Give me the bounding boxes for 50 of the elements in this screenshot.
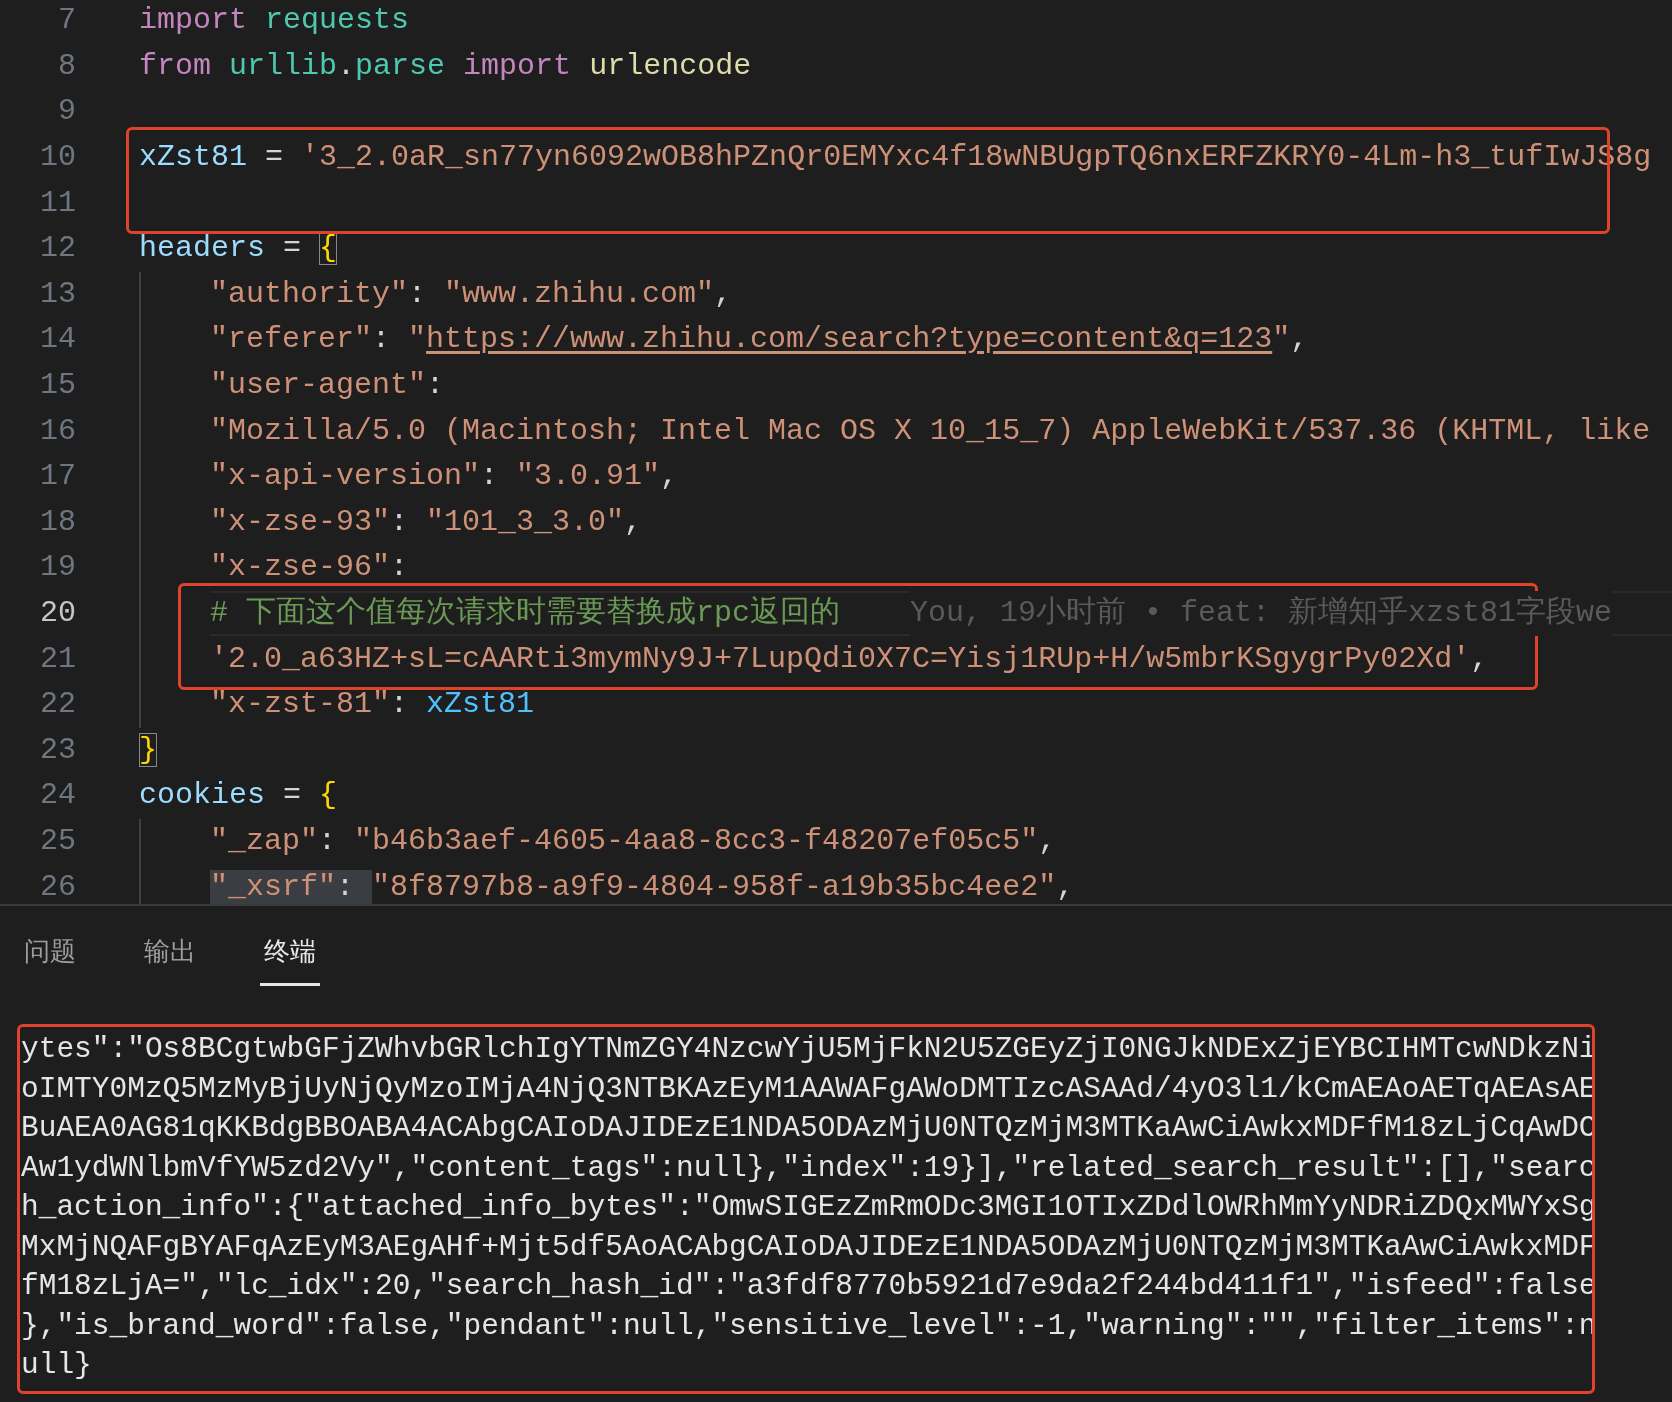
line-number: 25 [39, 823, 76, 860]
line-number: 10 [39, 139, 76, 177]
terminal-line: oIMTY0MzQ5MzMyBjUyNjQyMzoIMjA4NjQ3NTBKAzEyM1AAWAFgAWoDMTIzcASAAd/4yO3l1/kCmAEAoAETqAEAsAE [21, 1070, 1597, 1108]
line-number: 22 [39, 686, 76, 724]
line-number: 23 [39, 731, 76, 769]
blame-annotation: You, 19小时前 • feat: 新增知乎xzst81字段we [910, 591, 1613, 636]
code-line: headers = { [139, 230, 338, 268]
code-line: '2.0_a63HZ+sL=cAARti3mymNy9J+7LupQdi0X7C=Yisj1RUp+H/w5mbrKSgygrPy02Xd', [210, 640, 1489, 678]
code-line: cookies = { [139, 777, 338, 815]
panel-tab[interactable]: 终端 [260, 932, 320, 986]
code-line: import requests [139, 2, 410, 40]
code-line: "referer": "https://www.zhihu.com/search?type=content&q=123", [210, 321, 1309, 359]
terminal-line: },"is_brand_word":false,"pendant":null,"sensitive_level":-1,"warning":"","filter_items":n [21, 1307, 1597, 1345]
line-number: 19 [39, 549, 76, 587]
panel-tab[interactable]: 输出 [140, 932, 200, 986]
code-line: "_xsrf": "8f8797b8-a9f9-4804-958f-a19b35bc4ee2", [210, 868, 1075, 904]
code-line: from urllib.parse import urlencode [139, 47, 752, 85]
line-number: 16 [39, 412, 76, 450]
line-number: 13 [39, 275, 76, 313]
terminal-line: ull} [21, 1347, 92, 1384]
code-line: # 下面这个值每次请求时需要替换成rpc返回的 [210, 595, 840, 632]
line-number: 7 [57, 2, 76, 40]
line-number: 26 [39, 868, 76, 904]
code-line: "x-zse-93": "101_3_3.0", [210, 503, 643, 541]
panel-tab[interactable]: 问题 [20, 932, 80, 986]
line-number: 11 [39, 184, 76, 222]
line-number: 18 [39, 503, 76, 541]
code-line: "_zap": "b46b3aef-4605-4aa8-8cc3-f48207ef05c5", [210, 823, 1057, 860]
code-line: "user-agent": [210, 367, 445, 405]
terminal-line: fM18zLjA=","lc_idx":20,"search_hash_id":"a3fdf8770b5921d7e9da2f244bd411f1","isfeed":false [21, 1268, 1597, 1305]
line-number: 14 [39, 321, 76, 359]
line-number: 12 [39, 230, 76, 268]
line-number: 21 [39, 640, 76, 678]
terminal-line: h_action_info":{"attached_info_bytes":"OmwSIGEzZmRmODc3MGI1OTIxZDdlOWRhMmYyNDRiZDQxMWYxSg [21, 1189, 1597, 1226]
line-number: 20 [39, 595, 76, 632]
terminal-line: BuAEA0AG81qKKBdgBBOABA4ACAbgCAIoDAJIDEzE1NDA5ODAzMjU0NTQzMjM3MTKaAwCiAwkxMDFfM18zLjCqAwDC [21, 1110, 1597, 1147]
code-line: } [139, 731, 157, 769]
terminal-line: MxMjNQAFgBYAFqAzEyM3AEgAHf+Mjt5df5AoACAbgCAIoDAJIDEzE1NDA5ODAzMjU0NTQzMjM3MTKaAwCiAwkxMDF [21, 1228, 1597, 1266]
line-number: 17 [39, 458, 76, 496]
line-number: 9 [57, 93, 76, 131]
line-number: 24 [39, 777, 76, 815]
line-number: 15 [39, 367, 76, 405]
code-line: "authority": "www.zhihu.com", [210, 275, 733, 313]
code-line: "x-api-version": "3.0.91", [210, 458, 679, 496]
terminal-line: Aw1ydWNlbmVfYW5zd2Vy","content_tags":null},"index":19}],"related_search_result":[],"searc [21, 1149, 1597, 1187]
code-line: "x-zse-96": [210, 549, 409, 587]
terminal-line: ytes":"Os8BCgtwbGFjZWhvbGRlchIgYTNmZGY4NzcwYjU5MjFkN2U5ZGEyZjI0NGJkNDExZjEYBCIHMTcwNDkzNi [21, 1031, 1597, 1068]
line-number: 8 [57, 47, 76, 85]
code-line: "x-zst-81": xZst81 [210, 686, 535, 724]
code-line: "Mozilla/5.0 (Macintosh; Intel Mac OS X 10_15_7) AppleWebKit/537.36 (KHTML, like [210, 412, 1651, 450]
